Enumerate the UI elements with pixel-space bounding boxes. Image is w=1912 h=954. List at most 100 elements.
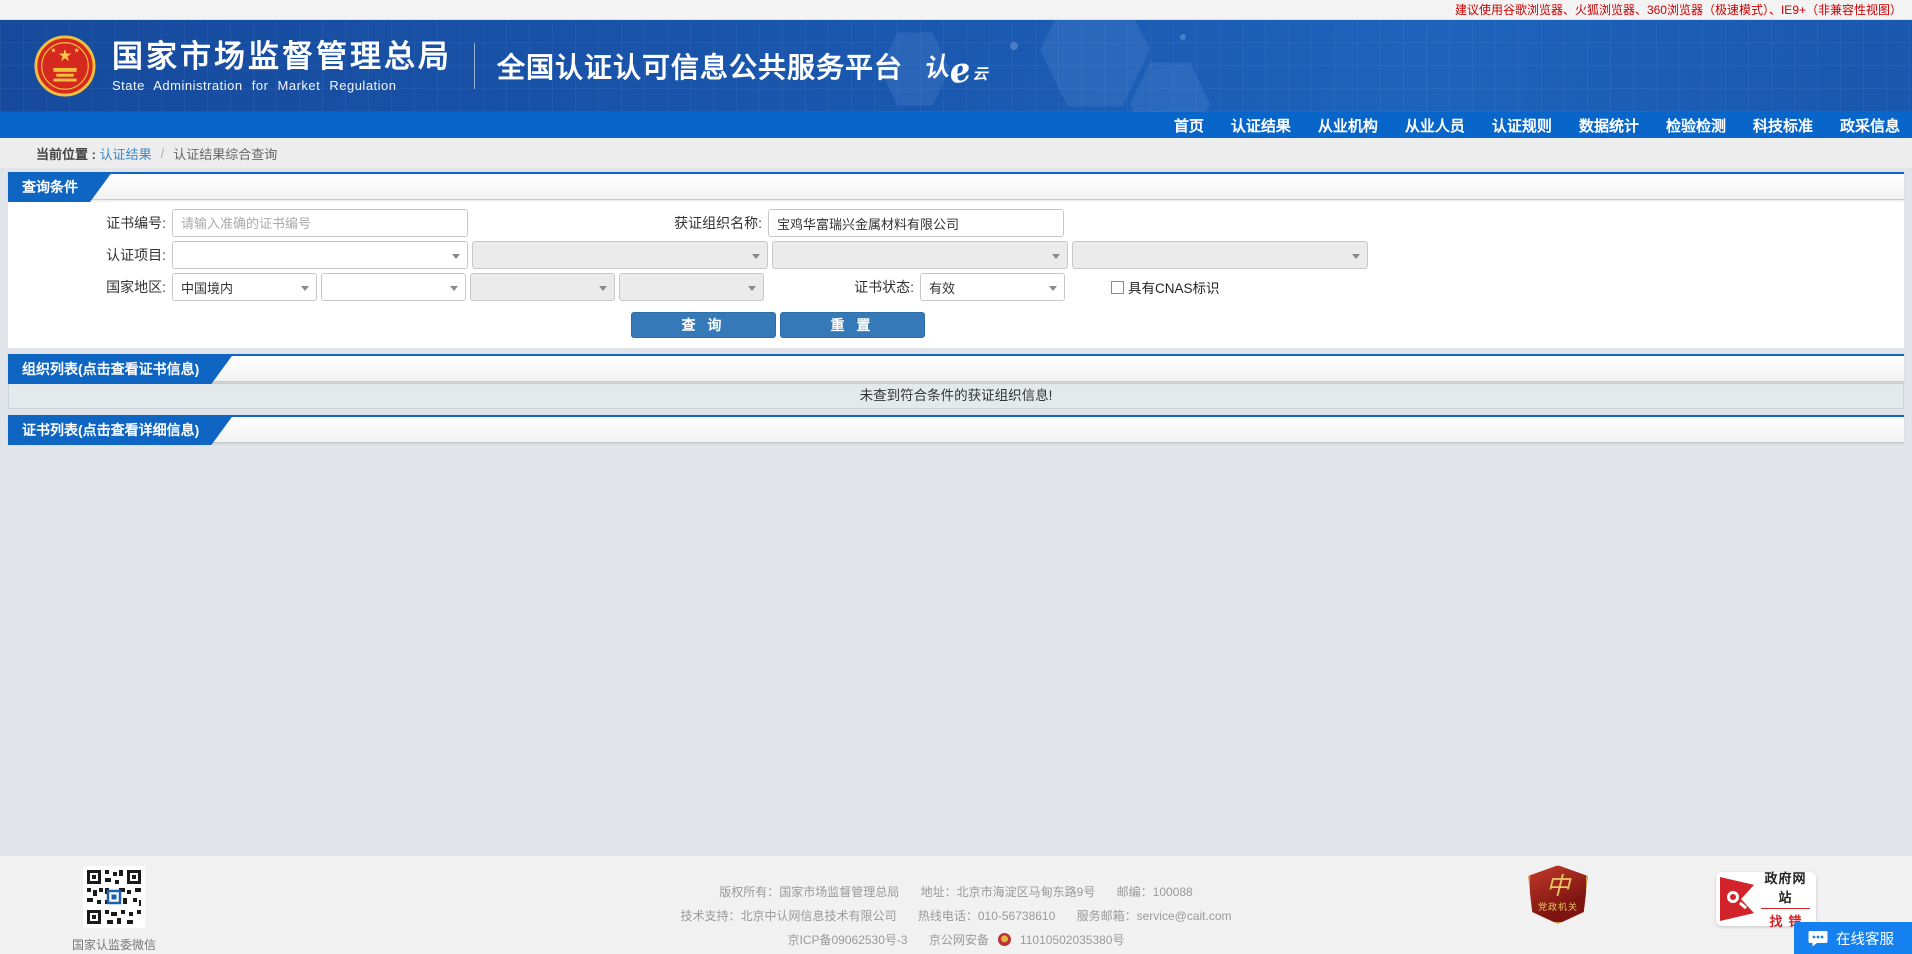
party-gov-badge[interactable]: 中 党政机关 <box>1526 864 1590 924</box>
browser-recommendation-text: 建议使用谷歌浏览器、火狐浏览器、360浏览器（极速模式）、IE9+（非兼容性视图… <box>1455 1 1902 18</box>
org-list-section-title: 组织列表(点击查看证书信息) <box>8 354 233 384</box>
project-select-level4 <box>1072 241 1368 269</box>
page-footer: 国家认监委微信 版权所有：国家市场监督管理总局 地址：北京市海淀区马甸东路9号 … <box>0 855 1912 954</box>
online-service-button[interactable]: 在线客服 <box>1794 922 1912 954</box>
icp-number-text: 京ICP备09062530号-3 <box>788 933 908 947</box>
province-select[interactable] <box>321 273 466 301</box>
qr-code-image <box>83 866 145 928</box>
svg-text:★: ★ <box>74 47 80 54</box>
city-select <box>470 273 615 301</box>
region-select[interactable]: 中国境内 <box>172 273 317 301</box>
breadcrumb-separator: / <box>161 146 165 161</box>
district-select <box>619 273 764 301</box>
cnas-checkbox[interactable] <box>1111 281 1124 294</box>
project-select-level3 <box>772 241 1068 269</box>
search-button[interactable]: 查 询 <box>631 312 776 338</box>
red-divider <box>1761 908 1810 909</box>
nav-item-institutions[interactable]: 从业机构 <box>1318 115 1378 136</box>
project-label: 认证项目: <box>8 245 172 265</box>
service-email-text: 服务邮箱：service@cait.com <box>1077 909 1232 923</box>
form-buttons: 查 询 重 置 <box>180 312 1376 338</box>
query-section-title: 查询条件 <box>8 172 112 202</box>
chevron-down-icon <box>452 254 460 259</box>
address-text: 地址：北京市海淀区马甸东路9号 <box>921 885 1096 899</box>
org-name-english: State Administration for Market Regulati… <box>112 78 452 93</box>
gov-badge-text: 政府网站 找错 <box>1759 868 1812 930</box>
cert-list-section-title: 证书列表(点击查看详细信息) <box>8 415 233 445</box>
tech-support-text: 技术支持：北京中认网信息技术有限公司 <box>681 909 897 923</box>
browser-notice-bar: 建议使用谷歌浏览器、火狐浏览器、360浏览器（极速模式）、IE9+（非兼容性视图… <box>0 0 1912 20</box>
nav-item-inspection[interactable]: 检验检测 <box>1666 115 1726 136</box>
form-row-region-status: 国家地区: 中国境内 证书状态: 有效 具有CNAS标识 <box>8 273 1904 301</box>
nav-item-cert-rules[interactable]: 认证规则 <box>1492 115 1552 136</box>
cnas-checkbox-wrap[interactable]: 具有CNAS标识 <box>1111 277 1220 297</box>
svg-text:★: ★ <box>50 47 56 54</box>
nav-item-procurement[interactable]: 政采信息 <box>1840 115 1900 136</box>
cert-no-input[interactable] <box>172 209 468 237</box>
cert-no-label: 证书编号: <box>8 213 172 233</box>
nav-item-cert-results[interactable]: 认证结果 <box>1231 115 1291 136</box>
svg-text:★: ★ <box>58 47 73 65</box>
header-divider <box>474 43 475 89</box>
region-label: 国家地区: <box>8 277 172 297</box>
status-select[interactable]: 有效 <box>920 273 1065 301</box>
org-name-chinese: 国家市场监督管理总局 <box>112 40 452 74</box>
dot-decoration <box>1010 42 1018 50</box>
footer-line-3: 京ICP备09062530号-3 京公网安备 11010502035380号 <box>0 931 1912 948</box>
cnas-label: 具有CNAS标识 <box>1128 277 1220 297</box>
project-select-level1[interactable] <box>172 241 468 269</box>
project-select-level2 <box>472 241 768 269</box>
query-section-header: 查询条件 <box>8 172 1904 200</box>
query-form: 证书编号: 获证组织名称: 认证项目: 国家地区: 中国境内 <box>8 200 1904 348</box>
org-list-section-header: 组织列表(点击查看证书信息) <box>8 354 1904 382</box>
chevron-down-icon <box>1352 254 1360 259</box>
org-list-empty-message: 未查到符合条件的获证组织信息! <box>8 383 1904 409</box>
chevron-down-icon <box>752 254 760 259</box>
chevron-down-icon <box>301 286 309 291</box>
chevron-down-icon <box>450 286 458 291</box>
wechat-qr-block: 国家认监委微信 <box>72 866 156 953</box>
breadcrumb-current-page: 认证结果综合查询 <box>173 144 277 163</box>
org-name-label: 获证组织名称: <box>472 213 768 233</box>
chevron-down-icon <box>748 286 756 291</box>
hexagon-decoration <box>1130 60 1210 112</box>
postcode-text: 邮编：100088 <box>1117 885 1193 899</box>
chevron-down-icon <box>1052 254 1060 259</box>
gov-site-error-report-badge[interactable]: 政府网站 找错 <box>1716 872 1816 926</box>
breadcrumb: 当前位置 : 认证结果 / 认证结果综合查询 <box>0 138 1912 168</box>
nav-item-data-stats[interactable]: 数据统计 <box>1579 115 1639 136</box>
platform-title: 全国认证认可信息公共服务平台 <box>497 46 903 86</box>
nav-item-tech-standards[interactable]: 科技标准 <box>1753 115 1813 136</box>
form-row-project: 认证项目: <box>8 241 1904 269</box>
chevron-down-icon <box>599 286 607 291</box>
org-title-block: 国家市场监督管理总局 State Administration for Mark… <box>112 40 452 93</box>
copyright-text: 版权所有：国家市场监督管理总局 <box>719 885 899 899</box>
footer-line-2: 技术支持：北京中认网信息技术有限公司 热线电话：010-56738610 服务邮… <box>0 907 1912 924</box>
nav-item-personnel[interactable]: 从业人员 <box>1405 115 1465 136</box>
ren-e-yun-logo: 认 e 云 <box>923 48 988 84</box>
form-row-cert-no: 证书编号: 获证组织名称: <box>8 209 1904 237</box>
police-record-number: 11010502035380号 <box>1020 933 1125 947</box>
reset-button[interactable]: 重 置 <box>780 312 925 338</box>
qr-caption: 国家认监委微信 <box>72 936 156 953</box>
police-badge-icon <box>998 933 1011 946</box>
site-header: ★ ★ ★ 国家市场监督管理总局 State Administration fo… <box>0 20 1912 112</box>
cert-list-section-header: 证书列表(点击查看详细信息) <box>8 415 1904 443</box>
main-content: 查询条件 证书编号: 获证组织名称: 认证项目: <box>0 168 1912 855</box>
police-record-prefix: 京公网安备 <box>929 933 989 947</box>
breadcrumb-link-cert-results[interactable]: 认证结果 <box>100 144 152 163</box>
shield-icon: 中 党政机关 <box>1528 864 1588 924</box>
national-emblem-logo: ★ ★ ★ <box>34 35 96 97</box>
select-value: 有效 <box>929 278 955 297</box>
footer-text-block: 版权所有：国家市场监督管理总局 地址：北京市海淀区马甸东路9号 邮编：10008… <box>0 856 1912 948</box>
chevron-down-icon <box>1049 286 1057 291</box>
org-name-input[interactable] <box>768 209 1064 237</box>
chat-bubble-icon <box>1808 930 1828 947</box>
dot-decoration <box>1180 34 1186 40</box>
hexagon-decoration <box>1040 20 1150 110</box>
online-service-label: 在线客服 <box>1836 928 1894 949</box>
nav-item-home[interactable]: 首页 <box>1174 115 1204 136</box>
status-label: 证书状态: <box>764 277 920 297</box>
footer-line-1: 版权所有：国家市场监督管理总局 地址：北京市海淀区马甸东路9号 邮编：10008… <box>0 883 1912 900</box>
main-nav: 首页 认证结果 从业机构 从业人员 认证规则 数据统计 检验检测 科技标准 政采… <box>0 112 1912 138</box>
